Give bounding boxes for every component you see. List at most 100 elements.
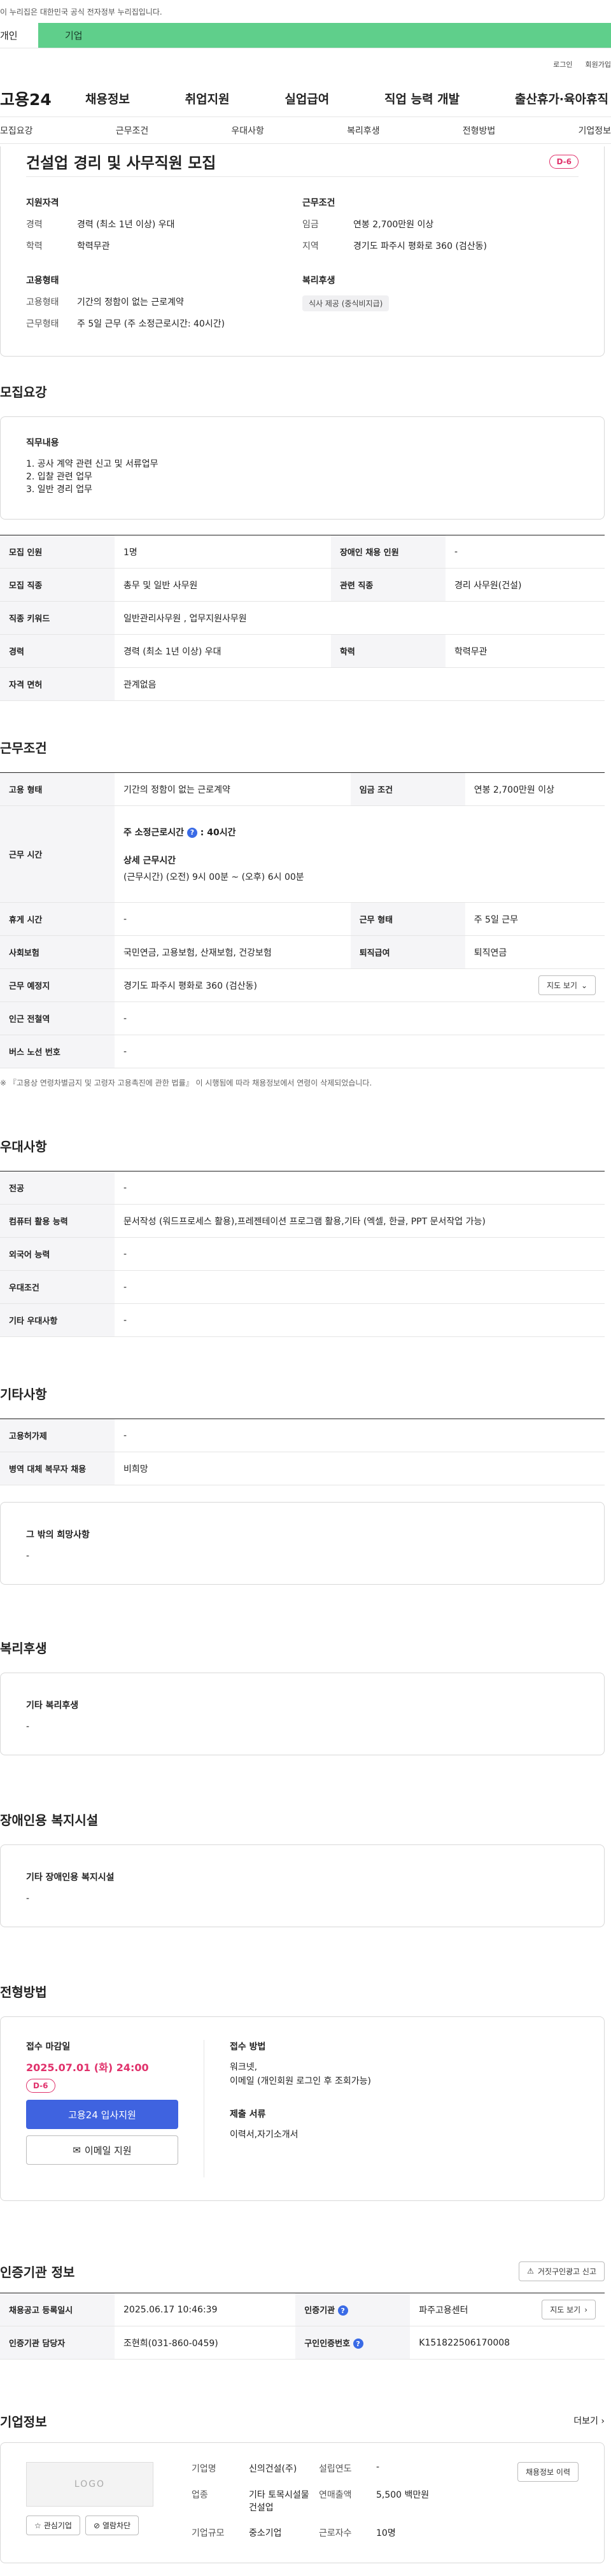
cell-label: 컴퓨터 활용 능력 — [0, 1204, 115, 1238]
pref-table: 전공 - 컴퓨터 활용 능력 문서작성 (워드프로세스 활용),프레젠테이션 프로그… — [0, 1171, 605, 1337]
info-icon[interactable]: ? — [353, 2339, 363, 2349]
emp-label: 근무형태 — [26, 319, 59, 329]
deadline-value: 2025.07.01 (화) 24:00 — [26, 2062, 149, 2074]
cell-label: 인근 전철역 — [0, 1001, 115, 1035]
field-value: 신의건설(주) — [249, 2464, 297, 2474]
work-hours-cell: 주 소정근로시간 ? : 40시간 상세 근무시간 (근무시간) (오전) 9시… — [115, 805, 605, 903]
report-label: 거짓구인광고 신고 — [537, 2267, 596, 2276]
cell-value: 연봉 2,700만원 이상 — [465, 772, 605, 806]
table-row: 채용공고 등록일시 2025.06.17 10:46:39 인증기관 ? 파주고용센터… — [0, 2293, 605, 2326]
login-link[interactable]: 로그인 — [553, 59, 572, 69]
table-row: 컴퓨터 활용 능력 문서작성 (워드프로세스 활용),프레젠테이션 프로그램 활용… — [0, 1204, 605, 1238]
apply-box: 접수 마감일 2025.07.01 (화) 24:00 D-6 고용24 입사지… — [0, 2016, 605, 2201]
cond-value: 연봉 2,700만원 이상 — [353, 220, 434, 230]
anchor-pref[interactable]: 우대사항 — [231, 124, 264, 137]
field-value: 5,500 백만원 — [376, 2489, 430, 2500]
cell-label: 학력 — [330, 634, 446, 668]
field-value: - — [376, 2462, 380, 2472]
qual-label: 경력 — [26, 220, 43, 230]
pref-section-title: 우대사항 — [0, 1138, 47, 1154]
favorite-button[interactable]: ☆ 관심기업 — [26, 2516, 80, 2535]
apply-button[interactable]: 고용24 입사지원 — [26, 2100, 178, 2129]
box-title: 그 밖의 희망사항 — [26, 1530, 90, 1540]
cell-label: 우대조건 — [0, 1270, 115, 1304]
welfare-heading: 복리후생 — [302, 276, 335, 286]
company-logo: LOGO — [26, 2462, 153, 2507]
join-link[interactable]: 회원가입 — [586, 59, 611, 69]
duty-line: 2. 입찰 관련 업무 — [26, 472, 92, 482]
map-button[interactable]: 지도 보기 ⌄ — [538, 975, 596, 995]
gnb-skills[interactable]: 직업 능력 개발 — [382, 90, 462, 107]
gnb-parental-leave[interactable]: 출산휴가·육아휴직 — [512, 90, 611, 107]
tab-person[interactable]: 개인 — [0, 23, 38, 48]
info-icon[interactable]: ? — [337, 2305, 348, 2316]
table-row: 사회보험 국민연금, 고용보험, 산재보험, 건강보험 퇴직급여 퇴직연금 — [0, 935, 605, 969]
cond-label: 지역 — [302, 241, 319, 251]
cell-label: 장애인 채용 인원 — [330, 535, 446, 569]
agency-map-button[interactable]: 지도 보기 › — [542, 2300, 596, 2319]
report-button[interactable]: ⚠ 거짓구인광고 신고 — [519, 2261, 605, 2281]
cond-value: 경기도 파주시 평화로 360 (검산동) — [353, 241, 488, 251]
gnb-employment-support[interactable]: 취업지원 — [183, 90, 232, 107]
cell-value: 국민연금, 고용보험, 산재보험, 건강보험 — [115, 935, 351, 969]
dday-badge: D-6 — [26, 2079, 55, 2093]
anchor-recruit[interactable]: 모집요강 — [0, 124, 33, 137]
cell-value: 문서작성 (워드프로세스 활용),프레젠테이션 프로그램 활용,기타 (엑셀, … — [115, 1204, 605, 1238]
welfare-box: 기타 복리후생 - — [0, 1673, 605, 1755]
global-nav: 고용24 채용정보 취업지원 실업급여 직업 능력 개발 출산휴가·육아휴직 — [0, 80, 611, 117]
cert-agency-label: 인증기관 — [304, 2305, 335, 2316]
gnb-menu: 채용정보 취업지원 실업급여 직업 능력 개발 출산휴가·육아휴직 — [83, 90, 611, 107]
cell-label: 임금 조건 — [350, 772, 465, 806]
cell-label: 병역 대체 복무자 채용 — [0, 1452, 115, 1485]
info-icon[interactable]: ? — [186, 827, 197, 838]
email-apply-button[interactable]: ✉ 이메일 지원 — [26, 2135, 178, 2165]
disabled-section-title: 장애인용 복지시설 — [0, 1812, 99, 1828]
gnb-jobs[interactable]: 채용정보 — [83, 90, 132, 107]
gov-notice: 이 누리집은 대한민국 공식 전자정부 누리집입니다. — [0, 7, 162, 17]
anchor-apply[interactable]: 전형방법 — [463, 124, 496, 137]
tab-business[interactable]: 기업 — [38, 23, 611, 48]
cell-label: 직종 키워드 — [0, 601, 115, 635]
map-button-label: 지도 보기 — [546, 981, 577, 990]
field-label: 기업명 — [192, 2464, 216, 2474]
table-row: 자격 면허 관계없음 — [0, 667, 605, 701]
dday-badge: D-6 — [549, 154, 579, 169]
cell-value: 파주고용센터 지도 보기 › — [410, 2293, 605, 2326]
anchor-company[interactable]: 기업정보 — [578, 124, 611, 137]
cell-label: 고용허가제 — [0, 1419, 115, 1452]
cell-value: 기간의 정함이 없는 근로계약 — [115, 772, 351, 806]
box-title: 기타 복리후생 — [26, 1701, 79, 1711]
cell-label: 구인인증번호 ? — [295, 2326, 411, 2360]
age-notice: ※ 『고용상 연령차별금지 및 고령자 고용촉진에 관한 법률』 이 시행됨에 … — [0, 1079, 372, 1087]
cell-label: 전공 — [0, 1171, 115, 1205]
favorite-label: 관심기업 — [43, 2521, 72, 2530]
field-value: 10명 — [376, 2528, 396, 2539]
cell-label: 기타 우대사항 — [0, 1303, 115, 1337]
mail-icon: ✉ — [73, 2144, 81, 2156]
company-info: 기업명 신의건설(주) 설립연도 - 업종 기타 토목시설물 건설업 연매출액 5,50… — [192, 2462, 453, 2544]
emp-heading: 고용형태 — [26, 276, 59, 286]
table-row: 전공 - — [0, 1171, 605, 1205]
field-label: 연매출액 — [319, 2489, 352, 2500]
cell-label: 근무 예정지 — [0, 968, 115, 1002]
cell-value: 학력무관 — [445, 634, 605, 668]
site-logo[interactable]: 고용24 — [0, 87, 83, 110]
map-button-label: 지도 보기 — [550, 2305, 581, 2314]
email-apply-label: 이메일 지원 — [84, 2144, 132, 2156]
hours-detail: (근무시간) (오전) 9시 00분 ~ (오후) 6시 00분 — [123, 872, 304, 882]
block-icon: ⊘ — [93, 2521, 100, 2530]
apply-section-title: 전형방법 — [0, 1984, 47, 2000]
duty-title: 직무내용 — [26, 438, 59, 448]
more-link[interactable]: 더보기 › — [573, 2414, 605, 2427]
utility-links: 로그인 회원가입 — [0, 48, 611, 80]
anchor-work[interactable]: 근무조건 — [116, 124, 149, 137]
more-label: 더보기 — [573, 2416, 598, 2426]
cell-label: 버스 노선 번호 — [0, 1035, 115, 1068]
gnb-unemployment-benefit[interactable]: 실업급여 — [282, 90, 332, 107]
cell-label: 퇴직급여 — [350, 935, 465, 969]
anchor-welfare[interactable]: 복리후생 — [347, 124, 380, 137]
method-title: 접수 방법 — [230, 2042, 266, 2052]
jobs-history-button[interactable]: 채용정보 이력 — [517, 2462, 579, 2482]
cell-value: 일반관리사무원 , 업무지원사무원 — [115, 601, 605, 635]
block-button[interactable]: ⊘ 열람차단 — [85, 2516, 139, 2535]
